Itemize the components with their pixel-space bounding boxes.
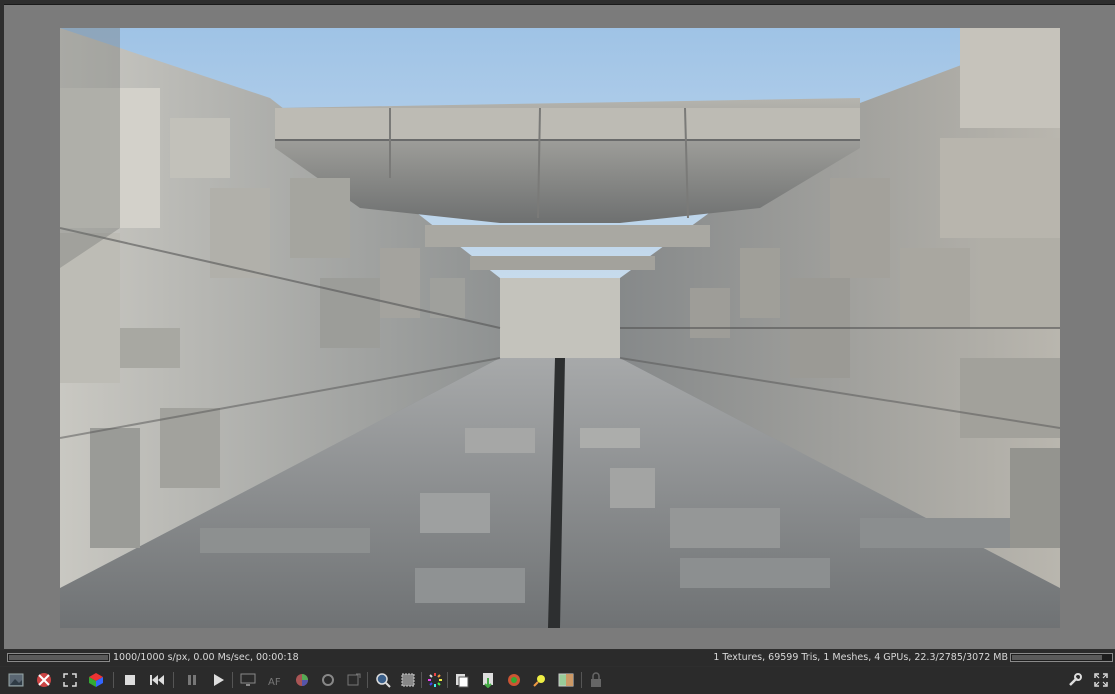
rewind-button[interactable] bbox=[147, 670, 167, 690]
stop-button[interactable] bbox=[120, 670, 140, 690]
render-stats-text: 1000/1000 s/px, 0.00 Ms/sec, 00:00:18 bbox=[113, 652, 299, 663]
render-progress-fill bbox=[9, 655, 108, 660]
toolbar-separator bbox=[367, 672, 368, 688]
settings-button[interactable] bbox=[1065, 670, 1085, 690]
copy-button[interactable] bbox=[452, 670, 472, 690]
light-icon bbox=[533, 675, 545, 687]
render-progress-bar bbox=[7, 653, 110, 662]
toolbar-separator bbox=[232, 672, 233, 688]
refresh-button[interactable] bbox=[344, 670, 364, 690]
image-icon bbox=[8, 673, 24, 687]
memory-usage-bar bbox=[1010, 653, 1113, 662]
render-image[interactable] bbox=[60, 28, 1060, 628]
spinner-icon bbox=[428, 673, 442, 687]
settings-icon bbox=[1069, 673, 1082, 686]
copy-icon bbox=[456, 674, 469, 688]
fullscreen-button[interactable] bbox=[1091, 670, 1111, 690]
lock-icon bbox=[591, 672, 601, 687]
clear-button[interactable] bbox=[34, 670, 54, 690]
toolbar-separator bbox=[113, 672, 114, 688]
toolbar-separator bbox=[421, 672, 422, 688]
play-icon bbox=[214, 674, 224, 686]
color-cube-icon bbox=[89, 673, 103, 687]
scene-stats-text: 1 Textures, 69599 Tris, 1 Meshes, 4 GPUs… bbox=[713, 652, 1008, 663]
lock-button[interactable] bbox=[586, 670, 606, 690]
memory-usage-fill bbox=[1012, 655, 1102, 660]
render-toolbar: AF bbox=[0, 667, 1115, 694]
camera-button[interactable] bbox=[318, 670, 338, 690]
compare-button[interactable] bbox=[556, 670, 576, 690]
stop-icon bbox=[125, 675, 135, 685]
clear-icon bbox=[37, 673, 51, 687]
pause-icon bbox=[188, 675, 196, 685]
rendered-scene bbox=[60, 28, 1060, 628]
color-cube-button[interactable] bbox=[86, 670, 106, 690]
af-icon: AF bbox=[268, 677, 281, 687]
pause-button[interactable] bbox=[182, 670, 202, 690]
toolbar-separator bbox=[173, 672, 174, 688]
refresh-icon bbox=[347, 673, 361, 686]
toolbar-separator bbox=[581, 672, 582, 688]
camera-icon bbox=[322, 674, 334, 686]
monitor-icon bbox=[240, 673, 256, 686]
color-wheel-button[interactable] bbox=[292, 670, 312, 690]
save-icon bbox=[483, 673, 493, 688]
save-button[interactable] bbox=[478, 670, 498, 690]
fullscreen-icon bbox=[1094, 673, 1108, 687]
zoom-icon bbox=[376, 673, 391, 688]
af-button[interactable]: AF bbox=[266, 670, 286, 690]
fit-icon bbox=[63, 673, 77, 687]
render-viewer-window: 1000/1000 s/px, 0.00 Ms/sec, 00:00:18 1 … bbox=[0, 0, 1115, 694]
color-wheel-icon bbox=[296, 674, 308, 686]
render-viewport[interactable] bbox=[4, 4, 1115, 649]
svg-text:AF: AF bbox=[268, 677, 281, 687]
fit-button[interactable] bbox=[60, 670, 80, 690]
region-icon bbox=[401, 673, 415, 687]
toolbar-separator bbox=[447, 672, 448, 688]
status-bar: 1000/1000 s/px, 0.00 Ms/sec, 00:00:18 1 … bbox=[0, 650, 1115, 666]
rewind-icon bbox=[150, 675, 164, 685]
material-button[interactable] bbox=[504, 670, 524, 690]
monitor-button[interactable] bbox=[238, 670, 258, 690]
spinner-button[interactable] bbox=[425, 670, 445, 690]
light-button[interactable] bbox=[530, 670, 550, 690]
play-button[interactable] bbox=[208, 670, 228, 690]
material-icon bbox=[508, 674, 520, 686]
zoom-button[interactable] bbox=[373, 670, 393, 690]
compare-icon bbox=[558, 673, 574, 687]
show-image-button[interactable] bbox=[6, 670, 26, 690]
region-button[interactable] bbox=[398, 670, 418, 690]
